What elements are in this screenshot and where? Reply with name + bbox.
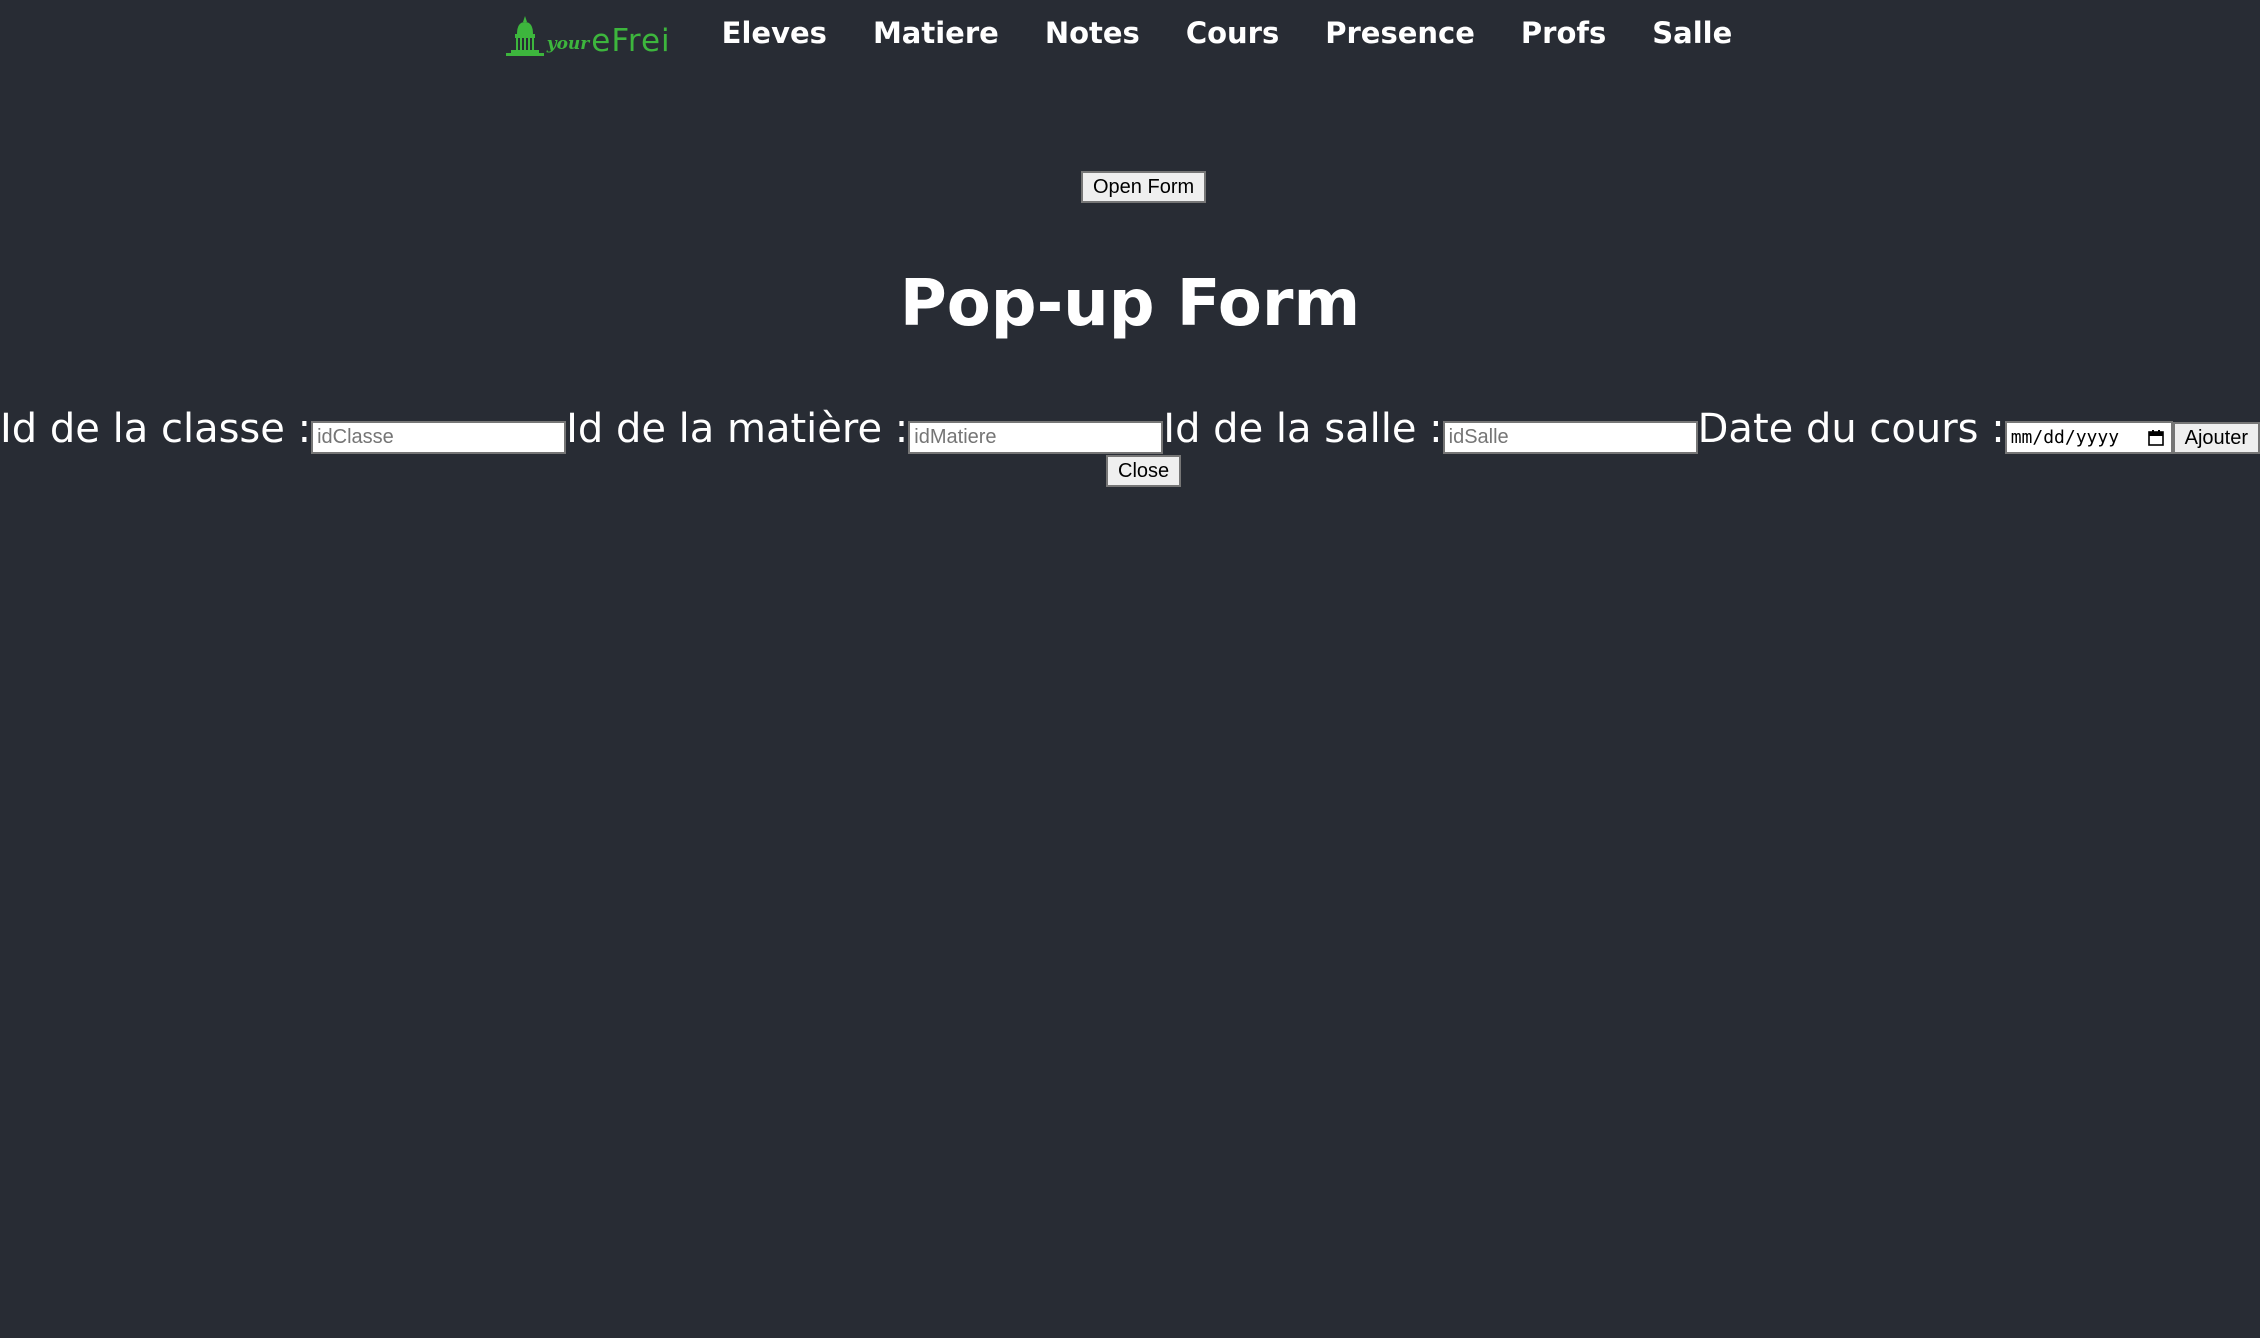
popup-form: Id de la classe : Id de la matière : Id … <box>0 398 2260 460</box>
date-placeholder: mm/dd/yyyy <box>2010 427 2120 448</box>
matiere-label: Id de la matière : <box>566 406 909 452</box>
navbar: your eFrei Eleves Matiere Notes Cours Pr… <box>0 0 2260 66</box>
classe-label: Id de la classe : <box>0 406 312 452</box>
nav-link-profs[interactable]: Profs <box>1521 16 1606 50</box>
open-form-button[interactable]: Open Form <box>1081 171 1206 203</box>
calendar-icon[interactable] <box>2147 429 2165 447</box>
popup-form-title: Pop-up Form <box>899 267 1361 341</box>
close-button[interactable]: Close <box>1106 455 1181 487</box>
id-matiere-input[interactable] <box>908 421 1164 454</box>
ajouter-button[interactable]: Ajouter <box>2172 422 2260 454</box>
date-label: Date du cours : <box>1697 406 2005 452</box>
nav-link-cours[interactable]: Cours <box>1186 16 1279 50</box>
id-salle-input[interactable] <box>1442 421 1698 454</box>
nav-link-presence[interactable]: Presence <box>1325 16 1475 50</box>
nav-link-matiere[interactable]: Matiere <box>873 16 999 50</box>
logo-building-icon <box>505 16 544 56</box>
logo[interactable]: your eFrei <box>505 8 671 58</box>
nav-link-eleves[interactable]: Eleves <box>722 16 827 50</box>
id-classe-input[interactable] <box>311 421 567 454</box>
salle-label: Id de la salle : <box>1163 406 1443 452</box>
nav-link-salle[interactable]: Salle <box>1652 16 1732 50</box>
date-cours-input[interactable]: mm/dd/yyyy <box>2004 421 2173 454</box>
nav-link-notes[interactable]: Notes <box>1045 16 1140 50</box>
logo-efrei-text: eFrei <box>591 23 671 59</box>
logo-your-text: your <box>546 34 590 54</box>
